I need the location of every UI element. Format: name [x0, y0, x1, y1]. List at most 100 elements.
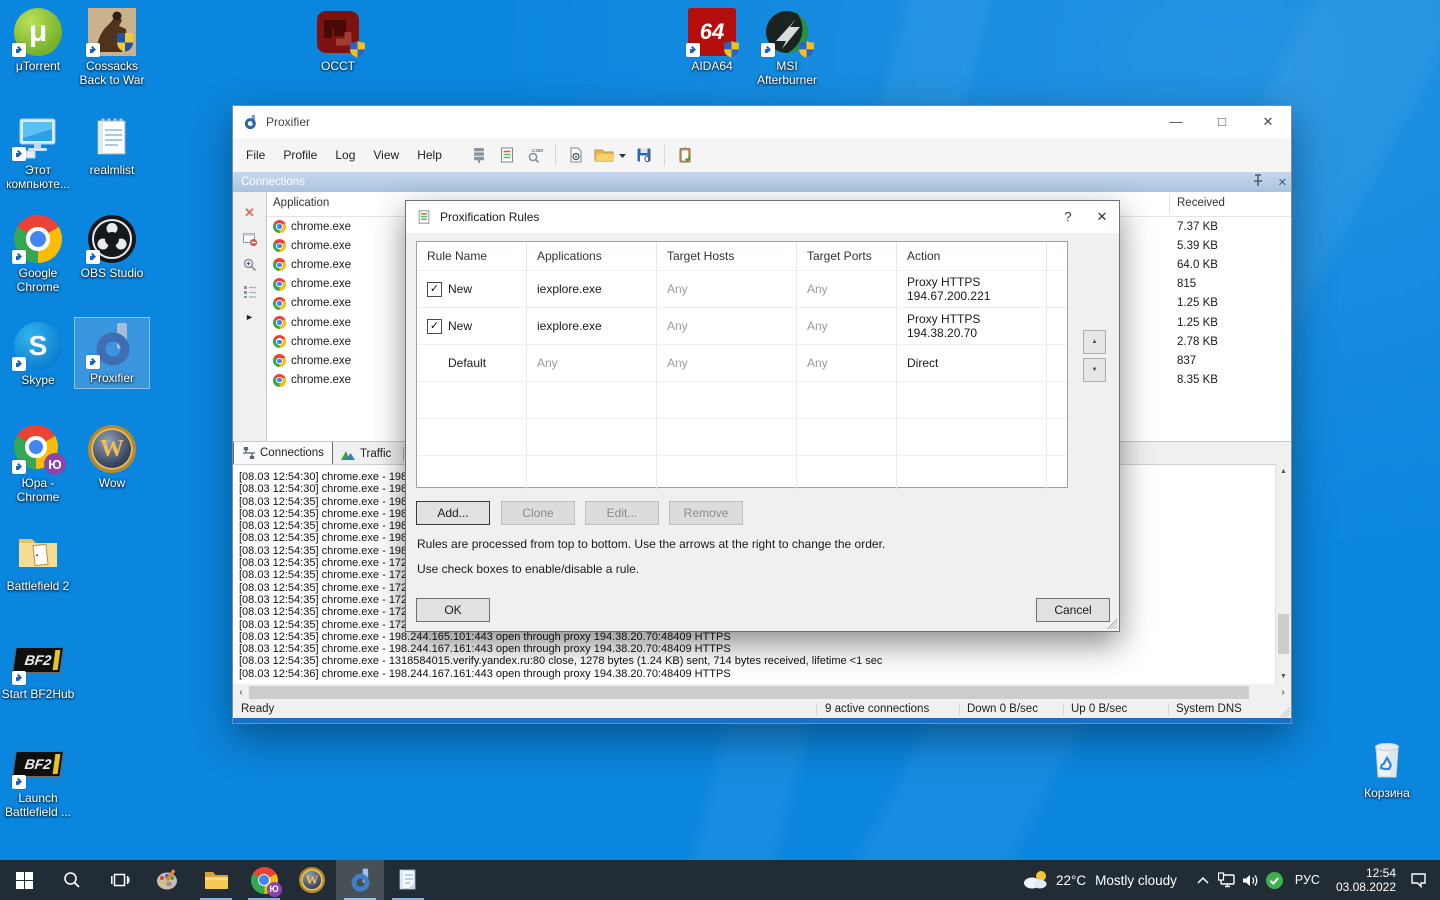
desktop-icon-label: Cossacks Back to War [79, 59, 145, 87]
rule-checkbox[interactable]: ✓ [427, 318, 442, 334]
network-icon[interactable] [1215, 868, 1239, 892]
log-line[interactable]: [08.03 12:54:35] chrome.exe - 1318584015… [233, 655, 1291, 667]
column-separator[interactable] [1169, 194, 1170, 214]
desktop-icon-realmlist[interactable]: realmlist [75, 110, 149, 180]
antivirus-status-icon[interactable] [1263, 868, 1287, 892]
open-profile-icon[interactable] [592, 143, 628, 167]
taskbar-clock[interactable]: 12:54 03.08.2022 [1336, 866, 1396, 894]
move-rule-up-button[interactable]: ▲ [1083, 330, 1106, 354]
save-profile-icon[interactable] [632, 143, 656, 167]
desktop-icon-msi-afterburner[interactable]: MSI Afterburner [750, 6, 824, 90]
desktop-icon-wow[interactable]: W Wow [75, 423, 149, 493]
taskbar-search-button[interactable] [48, 860, 96, 900]
task-view-button[interactable] [96, 860, 144, 900]
scroll-down-icon[interactable]: ▼ [1276, 669, 1291, 684]
desktop-icon-launch-battlefield[interactable]: BF2 Launch Battlefield ... [1, 738, 75, 822]
maximize-button[interactable]: □ [1199, 106, 1245, 137]
menu-item[interactable]: File [237, 144, 274, 166]
window-titlebar[interactable]: Proxifier — □ ✕ [233, 106, 1291, 138]
close-connection-icon[interactable]: ✕ [233, 200, 266, 226]
log-line[interactable]: [08.03 12:54:36] chrome.exe - 198.244.16… [233, 668, 1291, 680]
close-button[interactable]: ✕ [1245, 106, 1291, 137]
desktop-icon-skype[interactable]: S Skype [1, 320, 75, 390]
menu-item[interactable]: Help [408, 144, 451, 166]
action-center-icon[interactable] [1406, 868, 1430, 892]
desktop-icon-google-chrome[interactable]: Google Chrome [1, 213, 75, 297]
add-rule-button[interactable]: Add... [416, 501, 490, 525]
weather-icon[interactable] [1020, 868, 1052, 892]
scroll-left-icon[interactable]: ‹ [233, 687, 249, 698]
desktop-icon-this-pc[interactable]: Этот компьюте... [1, 110, 75, 194]
details-view-icon[interactable] [233, 278, 266, 304]
desktop-icon-cossacks[interactable]: Cossacks Back to War [75, 6, 149, 90]
new-profile-icon[interactable] [564, 143, 588, 167]
clone-rule-button[interactable]: Clone [501, 501, 575, 525]
desktop-icon-aida64[interactable]: 64 AIDA64 [675, 6, 749, 76]
dialog-titlebar[interactable]: Proxification Rules ? ✕ [406, 201, 1119, 233]
proxification-rules-icon[interactable] [495, 143, 519, 167]
dialog-resize-grip[interactable] [1105, 617, 1117, 629]
column-application[interactable]: Application [273, 197, 329, 209]
desktop-icon-obs-studio[interactable]: OBS Studio [75, 213, 149, 283]
taskbar-explorer-button[interactable] [192, 860, 240, 900]
language-indicator[interactable]: РУС [1295, 873, 1320, 887]
dialog-help-button[interactable]: ? [1051, 201, 1085, 232]
weather-temp[interactable]: 22°C [1056, 873, 1086, 888]
weather-text[interactable]: Mostly cloudy [1095, 873, 1177, 888]
scroll-up-icon[interactable]: ▲ [1276, 464, 1291, 479]
horizontal-scrollbar[interactable]: ‹ › [233, 684, 1291, 701]
taskbar-proxifier-button[interactable] [336, 860, 384, 900]
desktop-icon-utorrent[interactable]: μ μTorrent [1, 6, 75, 76]
desktop-icon-yura-chrome[interactable]: Ю Юра - Chrome [1, 423, 75, 507]
name-resolution-icon[interactable]: .COM [523, 143, 547, 167]
cancel-button[interactable]: Cancel [1036, 598, 1110, 622]
tab-connections[interactable]: Connections [233, 441, 333, 466]
log-icon[interactable] [673, 143, 697, 167]
rule-row[interactable]: ✓ New iexplore.exe Any Any Proxy HTTPS 19… [417, 307, 1067, 344]
expand-strip-icon[interactable]: ► [233, 304, 266, 330]
log-line[interactable]: [08.03 12:54:35] chrome.exe - 198.244.16… [233, 643, 1291, 655]
tab-traffic[interactable]: Traffic [333, 442, 399, 465]
volume-icon[interactable] [1239, 868, 1263, 892]
start-button[interactable] [0, 860, 48, 900]
pin-panel-icon[interactable] [1252, 174, 1264, 190]
minimize-button[interactable]: — [1153, 106, 1199, 137]
scroll-right-icon[interactable]: › [1275, 687, 1291, 698]
abort-connection-icon[interactable] [233, 226, 266, 252]
scrollbar-thumb[interactable] [1278, 614, 1289, 654]
proxy-servers-icon[interactable] [467, 143, 491, 167]
menu-item[interactable]: Log [326, 144, 364, 166]
taskbar-wow-button[interactable]: W [288, 860, 336, 900]
log-vertical-scrollbar[interactable]: ▲ ▼ [1275, 464, 1291, 684]
taskbar-paint-button[interactable] [144, 860, 192, 900]
column-rule-name[interactable]: Rule Name [417, 242, 527, 270]
desktop-icon-proxifier[interactable]: Proxifier [74, 317, 150, 389]
desktop-icon-start-bf2hub[interactable]: BF2 Start BF2Hub [1, 634, 75, 704]
column-received[interactable]: Received [1177, 197, 1225, 209]
column-target-ports[interactable]: Target Ports [797, 242, 897, 270]
column-applications[interactable]: Applications [527, 242, 657, 270]
resize-grip[interactable] [1277, 704, 1290, 717]
desktop-icon-occt[interactable]: OCCT [301, 6, 375, 76]
log-line[interactable]: [08.03 12:54:35] chrome.exe - 198.244.16… [233, 631, 1291, 643]
edit-rule-button[interactable]: Edit... [585, 501, 659, 525]
dialog-close-button[interactable]: ✕ [1085, 201, 1119, 232]
scrollbar-thumb[interactable] [249, 686, 1249, 699]
search-zoom-icon[interactable] [233, 252, 266, 278]
close-panel-icon[interactable]: ✕ [1278, 176, 1287, 189]
rule-row[interactable]: ✓ Default Any Any Any Direct [417, 344, 1067, 381]
menu-item[interactable]: View [364, 144, 408, 166]
rule-checkbox[interactable]: ✓ [427, 281, 442, 297]
desktop-icon-recycle-bin[interactable]: Корзина [1350, 733, 1424, 803]
menu-item[interactable]: Profile [274, 144, 326, 166]
taskbar-notepad-button[interactable] [384, 860, 432, 900]
column-target-hosts[interactable]: Target Hosts [657, 242, 797, 270]
desktop-icon-battlefield2[interactable]: Battlefield 2 [1, 526, 75, 596]
tray-chevron-up-icon[interactable] [1191, 868, 1215, 892]
rule-row[interactable]: ✓ New iexplore.exe Any Any Proxy HTTPS 19… [417, 270, 1067, 307]
column-action[interactable]: Action [897, 242, 1047, 270]
remove-rule-button[interactable]: Remove [669, 501, 743, 525]
taskbar-chrome-yura-button[interactable]: Ю [240, 860, 288, 900]
ok-button[interactable]: OK [416, 598, 490, 622]
move-rule-down-button[interactable]: ▼ [1083, 358, 1106, 382]
